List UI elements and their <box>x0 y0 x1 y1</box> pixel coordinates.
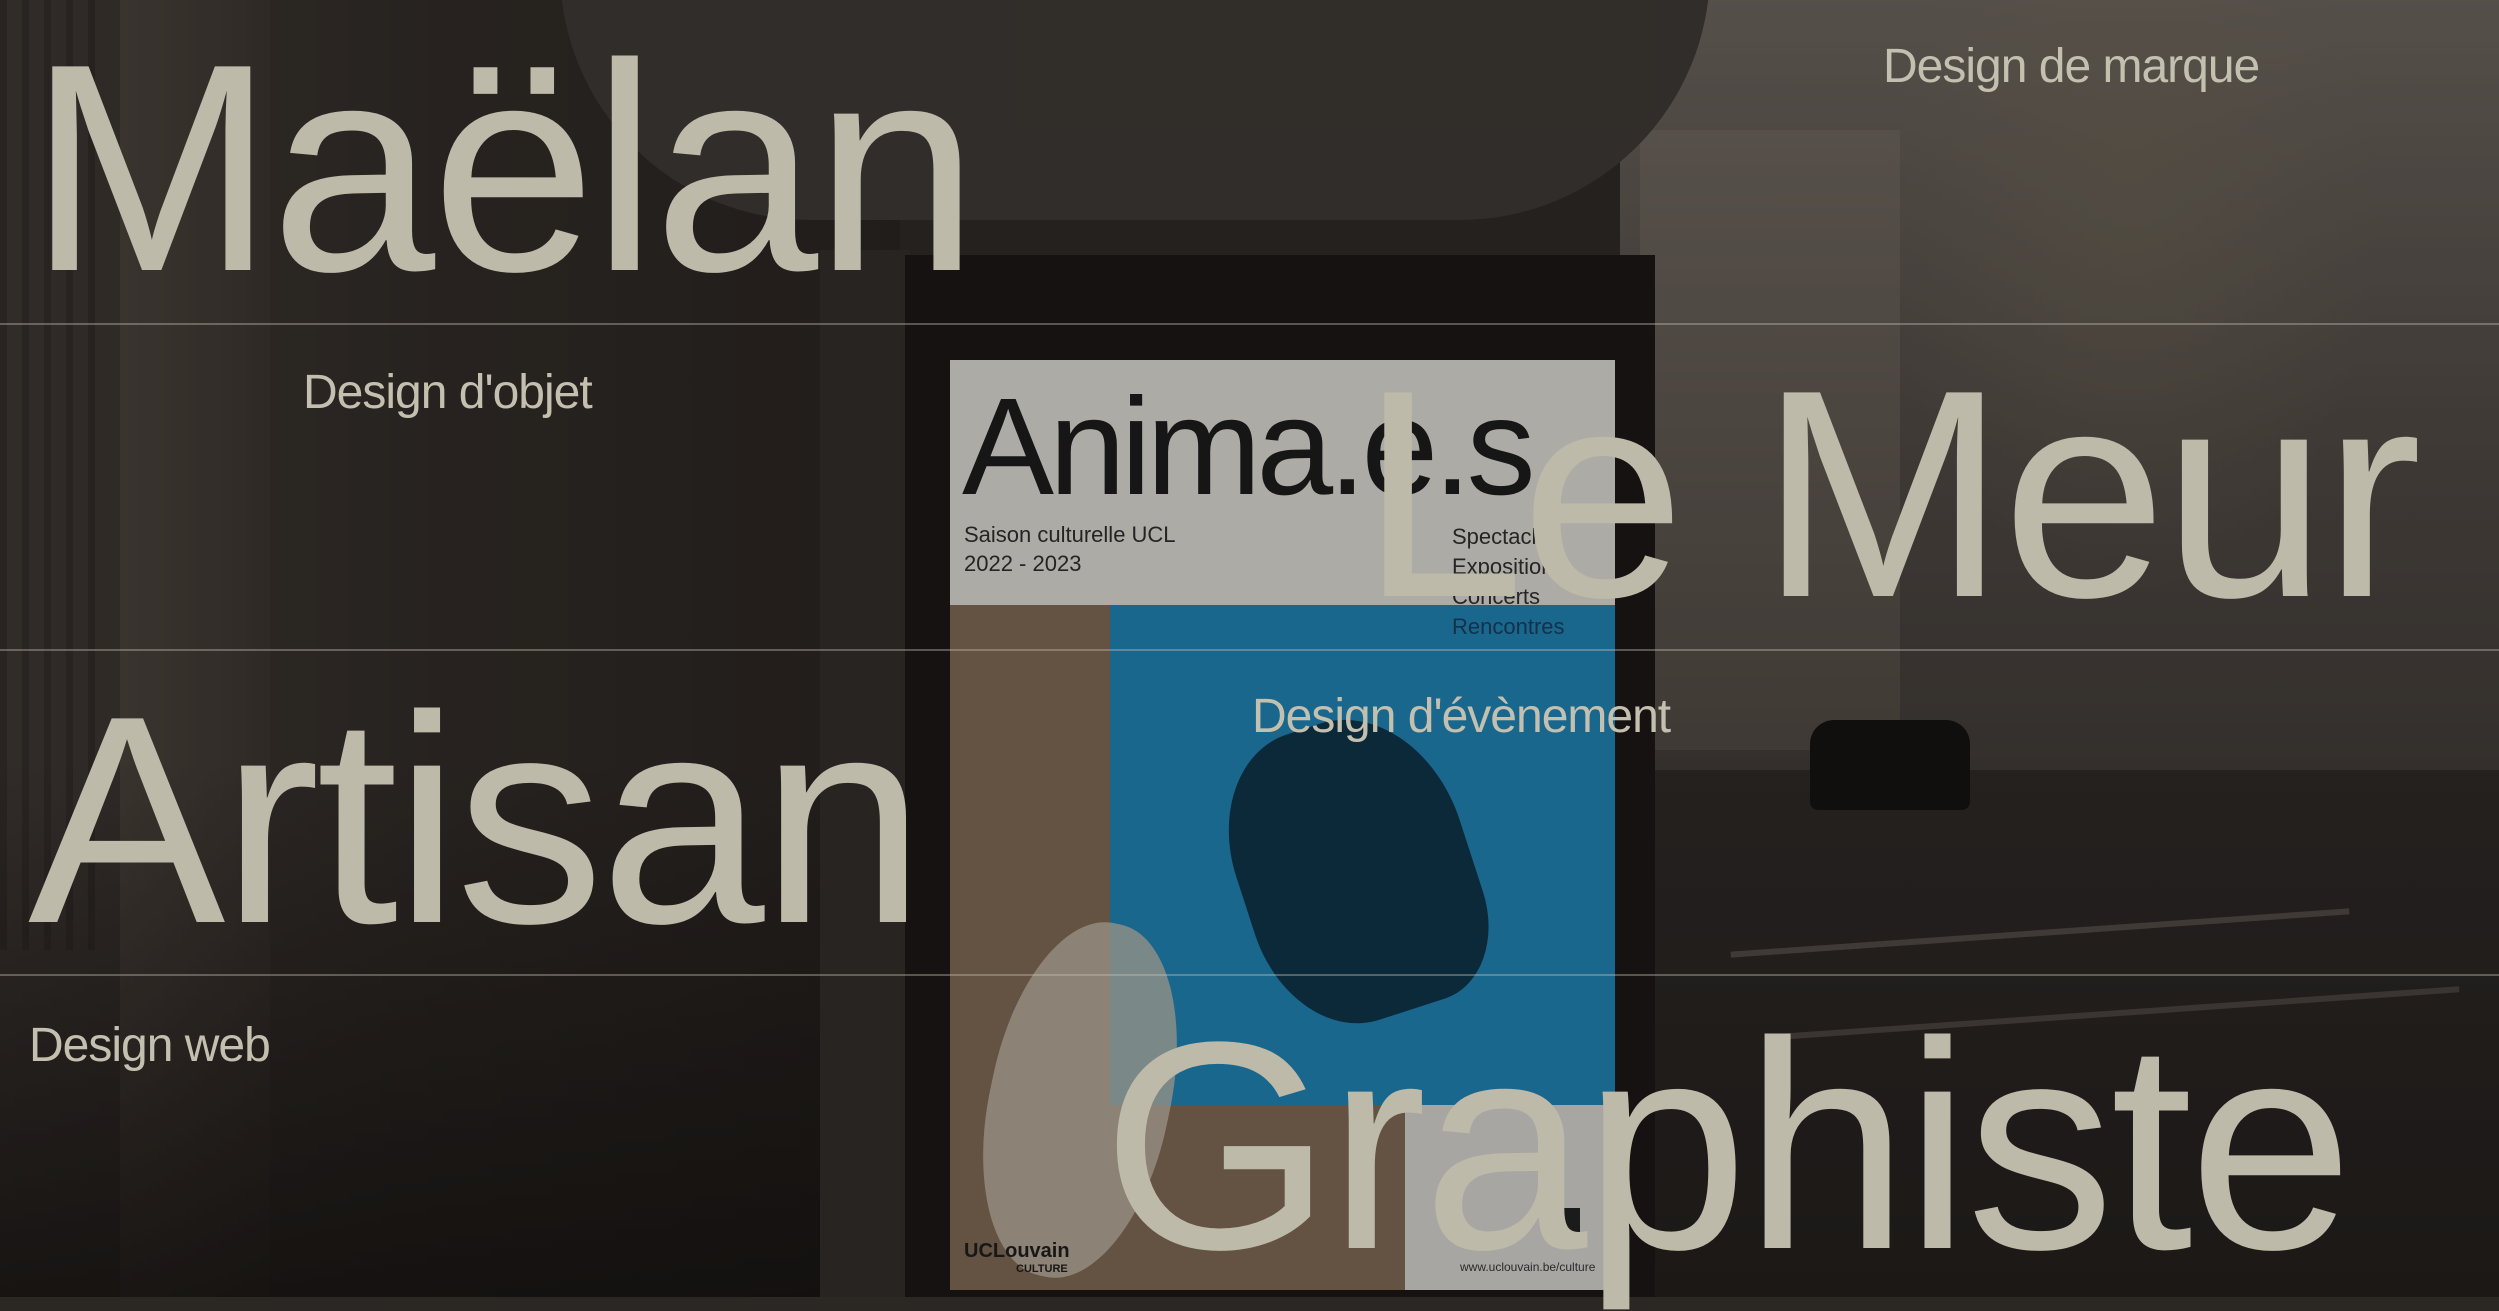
service-event-design[interactable]: Design d'évènement <box>1252 693 1671 741</box>
hero-role-graphiste: Graphiste <box>1102 980 2353 1311</box>
hero-last-name: Le Meur <box>1360 328 2422 659</box>
service-object-design[interactable]: Design d'objet <box>303 369 593 417</box>
service-web-design[interactable]: Design web <box>29 1022 271 1070</box>
service-brand-design[interactable]: Design de marque <box>1883 43 2260 91</box>
hero-first-name: Maëlan <box>28 2 979 333</box>
hero-role-artisan: Artisan <box>28 654 925 985</box>
